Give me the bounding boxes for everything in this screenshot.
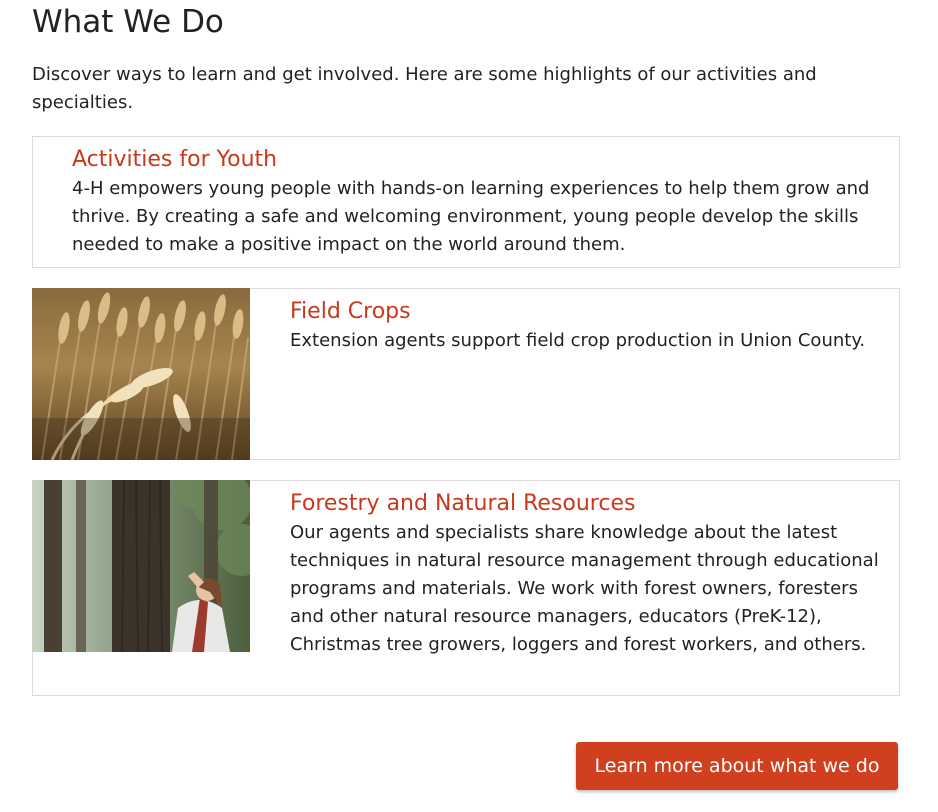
forest-woman-image[interactable] [32, 480, 250, 652]
learn-more-button[interactable]: Learn more about what we do [576, 742, 898, 790]
section-intro: Discover ways to learn and get involved.… [32, 64, 817, 113]
card-description: Our agents and specialists share knowled… [290, 522, 879, 655]
wheat-field-image[interactable] [32, 288, 250, 460]
card-title-link[interactable]: Activities for Youth [72, 145, 277, 175]
card-forestry-natural-resources[interactable]: Forestry and Natural Resources Our agent… [32, 480, 900, 696]
card-activities-for-youth[interactable]: Activities for Youth 4-H empowers young … [32, 136, 900, 268]
section-title: What We Do [32, 4, 224, 40]
card-field-crops[interactable]: Field Crops Extension agents support fie… [32, 288, 900, 460]
card-title-link[interactable]: Forestry and Natural Resources [290, 489, 635, 519]
card-title-link[interactable]: Field Crops [290, 297, 411, 327]
card-description: 4-H empowers young people with hands-on … [72, 178, 870, 255]
card-description: Extension agents support field crop prod… [290, 330, 866, 351]
what-we-do-section: What We Do Discover ways to learn and ge… [0, 0, 938, 812]
